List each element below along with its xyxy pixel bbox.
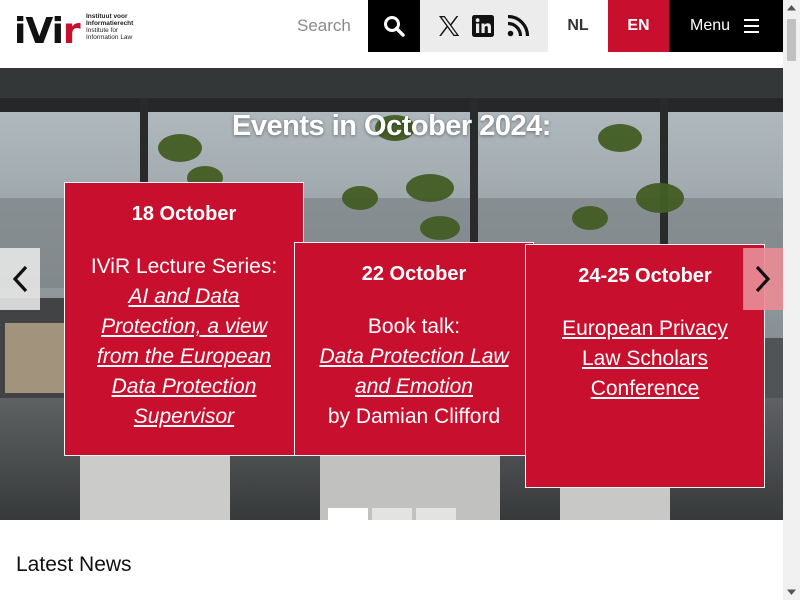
menu-button[interactable]: Menu bbox=[669, 0, 783, 52]
search-input[interactable]: Search bbox=[290, 0, 368, 52]
event-intro: IViR Lecture Series: bbox=[90, 255, 278, 278]
event-link-line[interactable]: Conference bbox=[534, 374, 756, 404]
logo-line-2: Informatierecht bbox=[86, 20, 134, 27]
site-header: iVir Instituut voor Informatierecht Inst… bbox=[0, 0, 783, 52]
event-link-line[interactable]: from the European bbox=[73, 342, 295, 372]
carousel-prev-button[interactable] bbox=[0, 248, 40, 310]
search-button[interactable] bbox=[368, 0, 420, 52]
events-heading: Events in October 2024: bbox=[232, 110, 551, 142]
events-carousel: Events in October 2024: 18 October IViR … bbox=[0, 68, 783, 520]
logo-text: Instituut voor Informatierecht Institute… bbox=[86, 13, 146, 41]
carousel-next-button[interactable] bbox=[743, 248, 783, 310]
event-card[interactable]: 24-25 October European Privacy Law Schol… bbox=[525, 244, 765, 488]
scroll-down-button[interactable] bbox=[783, 583, 800, 600]
logo-line-3: Institute for bbox=[86, 27, 119, 34]
event-outro: by Damian Clifford bbox=[327, 405, 501, 428]
event-card[interactable]: 18 October IViR Lecture Series: AI and D… bbox=[64, 182, 304, 456]
scroll-thumb[interactable] bbox=[787, 19, 796, 61]
event-link-line[interactable]: Data Protection Law bbox=[303, 342, 525, 372]
event-link-line[interactable]: Data Protection bbox=[73, 372, 295, 402]
chevron-left-icon bbox=[12, 265, 28, 293]
linkedin-link[interactable] bbox=[471, 14, 495, 38]
event-link-line[interactable]: and Emotion bbox=[303, 372, 525, 402]
event-link-line[interactable]: Supervisor bbox=[73, 402, 295, 432]
event-date: 22 October bbox=[361, 263, 467, 285]
social-links bbox=[420, 0, 548, 52]
rss-icon bbox=[507, 14, 530, 37]
carousel-dot[interactable] bbox=[416, 508, 456, 520]
x-icon bbox=[439, 16, 460, 36]
event-date: 18 October bbox=[131, 203, 237, 225]
rss-link[interactable] bbox=[506, 14, 530, 38]
x-link[interactable] bbox=[437, 14, 461, 38]
page-scrollbar[interactable] bbox=[783, 0, 800, 600]
event-link-line[interactable]: European Privacy bbox=[534, 314, 756, 344]
logo-mark: iVir bbox=[14, 11, 81, 52]
event-link-line[interactable]: AI and Data bbox=[73, 282, 295, 312]
logo-line-4: Information Law bbox=[86, 34, 133, 41]
language-en[interactable]: EN bbox=[608, 0, 669, 52]
carousel-dot[interactable] bbox=[328, 508, 368, 520]
menu-label: Menu bbox=[690, 17, 731, 34]
menu-icon bbox=[744, 19, 759, 33]
chevron-right-icon bbox=[755, 265, 771, 293]
latest-news-heading: Latest News bbox=[16, 553, 132, 576]
carousel-dot[interactable] bbox=[372, 508, 412, 520]
event-link-line[interactable]: Law Scholars bbox=[534, 344, 756, 374]
event-intro: Book talk: bbox=[367, 315, 461, 338]
logo-line-1: Instituut voor bbox=[86, 13, 128, 20]
event-card[interactable]: 22 October Book talk: Data Protection La… bbox=[294, 242, 534, 456]
language-nl[interactable]: NL bbox=[548, 0, 608, 52]
search-icon bbox=[384, 16, 405, 37]
linkedin-icon bbox=[472, 15, 494, 37]
arrow-up-icon bbox=[787, 5, 796, 11]
scroll-up-button[interactable] bbox=[783, 0, 800, 17]
event-link-line[interactable]: Protection, a view bbox=[73, 312, 295, 342]
ivir-logo[interactable]: iVir Instituut voor Informatierecht Inst… bbox=[14, 6, 134, 52]
arrow-down-icon bbox=[787, 589, 796, 595]
event-date: 24-25 October bbox=[578, 265, 712, 287]
